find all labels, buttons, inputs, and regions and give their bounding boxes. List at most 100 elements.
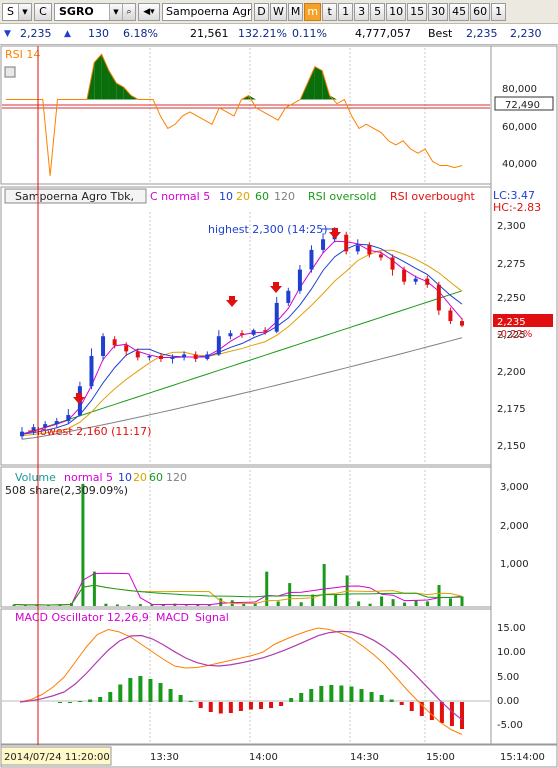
price-axis-label: 2,200 — [497, 367, 526, 378]
macd-bar — [349, 686, 354, 702]
ma10-label: 10 — [219, 190, 233, 203]
chevron-down-icon[interactable]: ▼ — [17, 3, 31, 20]
change-value: 130 — [88, 27, 109, 40]
candle-body — [112, 339, 117, 346]
chevron-down-icon[interactable]: ▼ — [109, 3, 122, 20]
price-axis-label: 2,150 — [497, 441, 526, 452]
time-end-label: 15:14:00 — [500, 752, 545, 763]
change-arrow-icon: ▲ — [64, 29, 71, 39]
volume-bar — [414, 600, 418, 606]
macd-title: MACD Oscillator 12,26,9 — [15, 611, 149, 624]
best-ask: 2,230 — [510, 27, 542, 40]
period-button-60[interactable]: 60 — [470, 2, 491, 21]
signal-label: Signal — [195, 611, 229, 624]
macd-bar — [289, 698, 294, 702]
volume-bar — [449, 598, 453, 606]
volume-bar — [334, 594, 338, 606]
candle-body — [286, 290, 291, 303]
volume-value: 21,561 — [190, 27, 229, 40]
volume-ma120-label: 120 — [166, 471, 187, 484]
macd-bar — [339, 685, 344, 702]
macd-bar — [168, 689, 173, 702]
volume-bar — [104, 603, 108, 606]
period-button-3[interactable]: 3 — [354, 2, 370, 21]
ma60-label: 60 — [255, 190, 269, 203]
macd-bar — [58, 702, 62, 703]
candle-body — [448, 310, 453, 322]
volume-bar — [368, 603, 372, 606]
macd-bar — [158, 683, 163, 702]
macd-legend: MACD Oscillator 12,26,9 MACD Signal — [15, 611, 229, 624]
macd-bar — [198, 702, 203, 708]
macd-axis-label: 15.00 — [497, 623, 526, 634]
rsi-oversold-label: RSI oversold — [308, 190, 376, 203]
period-button-30[interactable]: 30 — [428, 2, 449, 21]
search-icon[interactable]: ⌕ — [122, 3, 135, 20]
candle-body — [367, 245, 372, 255]
symbol-input[interactable]: SGRO — [55, 5, 109, 18]
price-axis-label: 2,250 — [497, 293, 526, 304]
macd-bar — [409, 702, 414, 711]
period-button-1[interactable]: 1 — [338, 2, 354, 21]
macd-bar — [299, 693, 304, 702]
macd-bar — [359, 689, 364, 702]
macd-bar — [238, 702, 243, 711]
candle-body — [54, 421, 59, 425]
macd-bar — [178, 695, 183, 702]
price-axis-label: 2,275 — [497, 259, 526, 270]
macd-bar — [279, 702, 284, 706]
speaker-icon[interactable]: ◀▾ — [138, 2, 160, 21]
market-select[interactable]: S ▼ — [2, 2, 32, 21]
volume-ma5-label: normal 5 — [64, 471, 113, 484]
highest-note: highest 2,300 (14:25) — [208, 223, 328, 236]
volume-bar — [92, 571, 96, 606]
period-button-M[interactable]: M — [287, 2, 304, 21]
share-note: 508 share(2,309.09%) — [5, 484, 128, 497]
type-button[interactable]: C — [34, 2, 52, 21]
symbol-select[interactable]: SGRO ▼ ⌕ — [54, 2, 136, 21]
macd-bar — [399, 702, 404, 705]
period-button-10[interactable]: 10 — [386, 2, 407, 21]
candle-body — [263, 330, 268, 332]
period-button-m[interactable]: m — [304, 2, 322, 21]
macd-bar — [148, 679, 153, 702]
macd-bar — [78, 701, 83, 702]
macd-bar — [259, 702, 263, 709]
ma120-label: 120 — [274, 190, 295, 203]
period-button-t[interactable]: t — [322, 2, 338, 21]
market-code: S — [7, 5, 14, 18]
volume-bar — [391, 599, 395, 606]
turnover-percent: 0.11% — [292, 27, 327, 40]
last-price: 2,235 — [20, 27, 52, 40]
volume-bar — [184, 605, 188, 606]
candle-body — [402, 269, 407, 282]
volume-title: Volume — [15, 471, 56, 484]
macd-bar — [309, 689, 314, 702]
macd-bar — [269, 702, 274, 708]
chart-area[interactable]: RSI 14 80,000 60,000 40,000 72,490 Sampo… — [0, 44, 558, 768]
volume-axis-label: 2,000 — [500, 521, 529, 532]
period-button-1[interactable]: 1 — [491, 2, 507, 21]
quote-bar: ▼ 2,235 ▲ 130 6.18% 21,561 132.21% 0.11%… — [0, 24, 558, 45]
volume-bar — [426, 601, 430, 606]
period-button-D[interactable]: D — [254, 2, 269, 21]
period-button-45[interactable]: 45 — [449, 2, 470, 21]
macd-bar — [329, 685, 334, 702]
period-button-W[interactable]: W — [270, 2, 287, 21]
period-button-15[interactable]: 15 — [407, 2, 428, 21]
candle-body — [124, 345, 129, 352]
candle-body — [413, 278, 418, 282]
volume-bar — [357, 601, 361, 606]
price-axis-label: 2,175 — [497, 404, 526, 415]
candle-body — [89, 355, 94, 387]
macd-bar — [460, 702, 464, 729]
volume-bar — [403, 602, 407, 606]
period-button-5[interactable]: 5 — [370, 2, 386, 21]
grid-icon[interactable] — [4, 66, 16, 78]
candle-body — [355, 245, 360, 252]
candle-body — [158, 355, 163, 359]
candle-body — [274, 302, 279, 332]
volume-ma20-label: 20 — [133, 471, 147, 484]
current-price: 2,235 — [497, 317, 526, 328]
volume-axis-label: 1,000 — [500, 559, 529, 570]
